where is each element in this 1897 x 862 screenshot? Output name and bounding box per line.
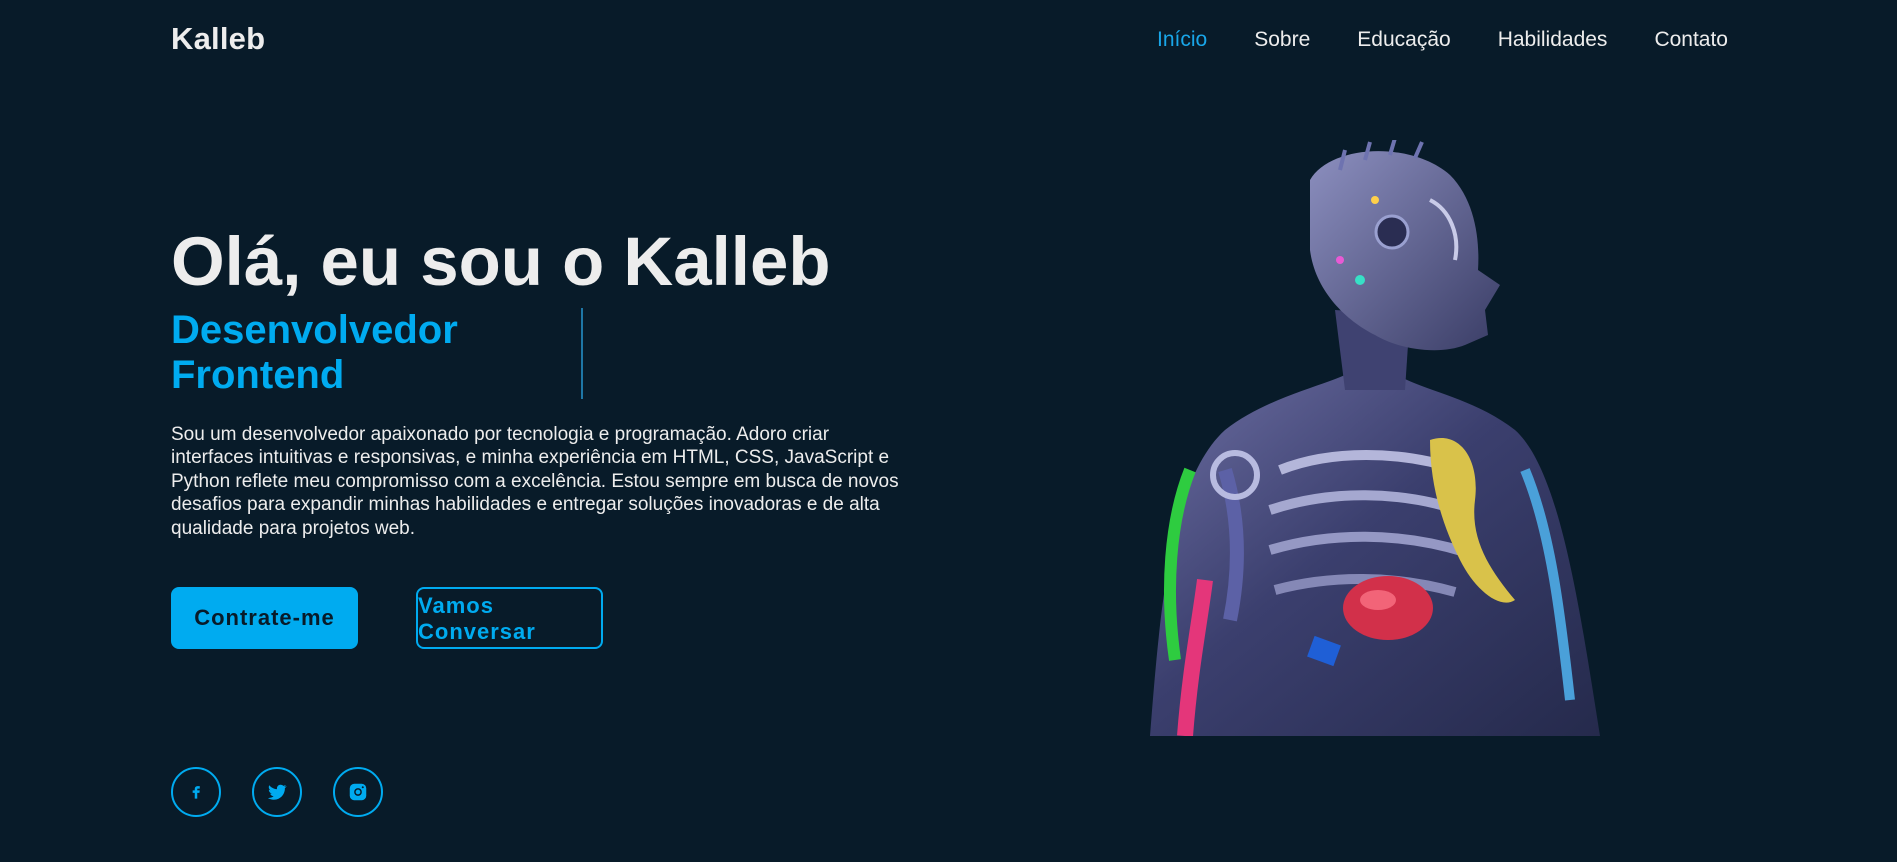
- lets-talk-button[interactable]: Vamos Conversar: [416, 587, 603, 649]
- nav-link-habilidades[interactable]: Habilidades: [1498, 27, 1608, 53]
- nav-link-educacao[interactable]: Educação: [1357, 27, 1450, 53]
- site-header: Kalleb Início Sobre Educação Habilidades…: [0, 0, 1897, 80]
- instagram-link[interactable]: [333, 767, 383, 817]
- role-text: Desenvolvedor Frontend: [171, 308, 458, 397]
- social-links: [171, 767, 414, 817]
- twitter-icon: [267, 784, 287, 800]
- instagram-icon: [349, 783, 367, 801]
- nav-link-sobre[interactable]: Sobre: [1254, 27, 1310, 53]
- facebook-link[interactable]: [171, 767, 221, 817]
- nav-link-contato[interactable]: Contato: [1654, 27, 1728, 53]
- hire-me-button[interactable]: Contrate-me: [171, 587, 358, 649]
- robot-illustration: [1150, 140, 1600, 736]
- facebook-icon: [192, 786, 200, 799]
- twitter-link[interactable]: [252, 767, 302, 817]
- nav-link-inicio[interactable]: Início: [1157, 27, 1207, 53]
- logo[interactable]: Kalleb: [171, 21, 265, 57]
- hero-description: Sou um desenvolvedor apaixonado por tecn…: [171, 424, 899, 539]
- main-nav: Início Sobre Educação Habilidades Contat…: [1110, 27, 1728, 53]
- hero-buttons: Contrate-me Vamos Conversar: [171, 587, 603, 649]
- hero-title: Olá, eu sou o Kalleb: [171, 223, 831, 300]
- home-content: Olá, eu sou o Kalleb Desenvolvedor Front…: [171, 222, 931, 649]
- role-typing-box: Desenvolvedor Frontend: [171, 308, 583, 399]
